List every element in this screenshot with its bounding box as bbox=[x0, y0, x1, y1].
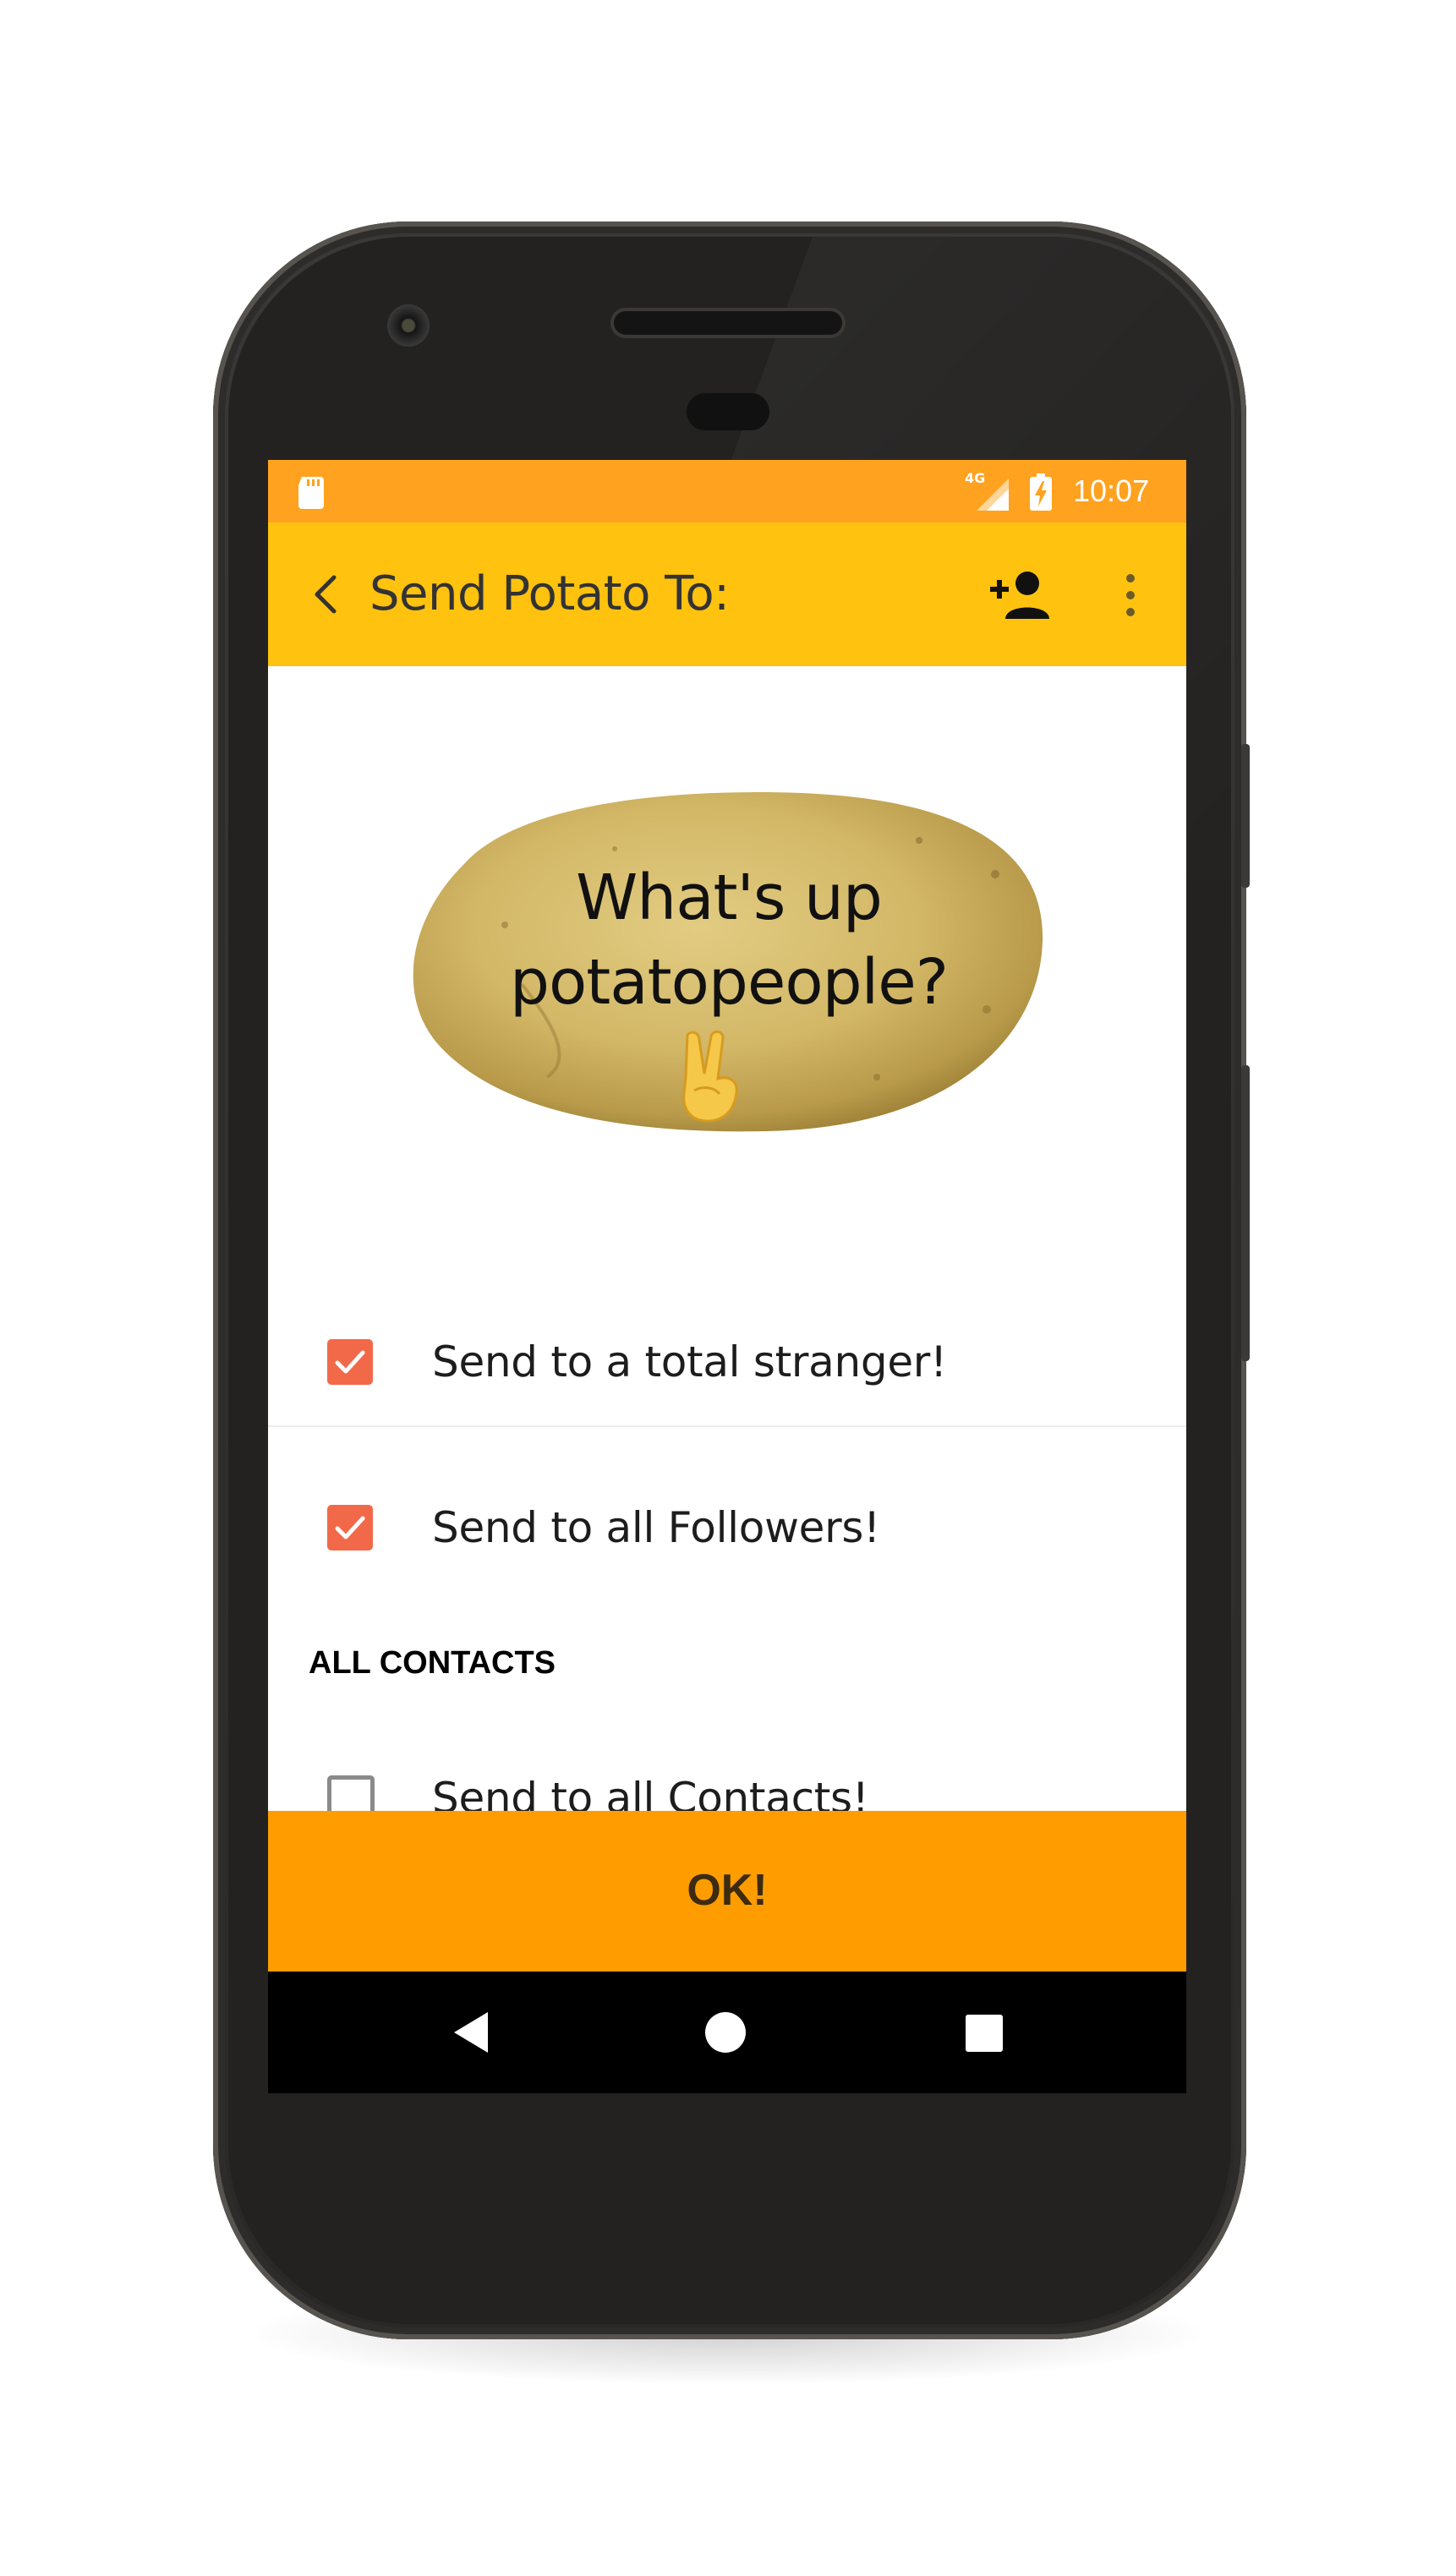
ok-button[interactable]: OK! bbox=[268, 1811, 1186, 1972]
front-camera bbox=[387, 304, 430, 347]
signal-icon bbox=[970, 477, 1010, 514]
nav-home-icon[interactable] bbox=[703, 2010, 747, 2058]
followers-label: Send to all Followers! bbox=[432, 1503, 880, 1552]
screen: 4G 10:07 Send Potato To: What's up potat… bbox=[268, 460, 1186, 2093]
option-row-stranger[interactable]: Send to a total stranger! bbox=[268, 1305, 1186, 1424]
back-chevron-icon[interactable] bbox=[302, 569, 353, 620]
peace-hand-emoji bbox=[682, 1030, 738, 1123]
check-icon bbox=[335, 1350, 365, 1374]
followers-checkbox[interactable] bbox=[327, 1505, 373, 1551]
add-person-icon[interactable] bbox=[988, 566, 1056, 626]
potato-preview: What's up potatopeople? bbox=[403, 773, 1054, 1153]
all-contacts-header: ALL CONTACTS bbox=[309, 1645, 556, 1681]
potato-message-line1: What's up bbox=[576, 861, 883, 934]
option-row-followers[interactable]: Send to all Followers! bbox=[268, 1471, 1186, 1589]
navigation-bar bbox=[268, 1972, 1186, 2093]
stranger-label: Send to a total stranger! bbox=[432, 1337, 947, 1386]
status-clock: 10:07 bbox=[1073, 473, 1150, 508]
check-icon bbox=[335, 1516, 365, 1540]
earpiece-speaker bbox=[614, 311, 842, 335]
row-divider bbox=[268, 1425, 1186, 1427]
power-button bbox=[1241, 744, 1250, 888]
ok-button-label: OK! bbox=[687, 1866, 768, 1915]
volume-button bbox=[1241, 1065, 1250, 1361]
overflow-menu-icon[interactable] bbox=[1114, 566, 1147, 626]
toolbar: Send Potato To: bbox=[268, 522, 1186, 666]
potato-message-line2: potatopeople? bbox=[509, 946, 949, 1019]
stranger-checkbox[interactable] bbox=[327, 1339, 373, 1385]
nav-back-icon[interactable] bbox=[451, 2010, 493, 2058]
status-bar: 4G 10:07 bbox=[268, 460, 1186, 522]
battery-charging-icon bbox=[1029, 473, 1053, 514]
nav-recents-icon[interactable] bbox=[965, 2014, 1004, 2056]
proximity-sensor bbox=[687, 393, 769, 430]
network-indicator: 4G bbox=[965, 470, 1012, 512]
sd-card-icon bbox=[297, 475, 326, 512]
toolbar-title: Send Potato To: bbox=[369, 566, 730, 621]
